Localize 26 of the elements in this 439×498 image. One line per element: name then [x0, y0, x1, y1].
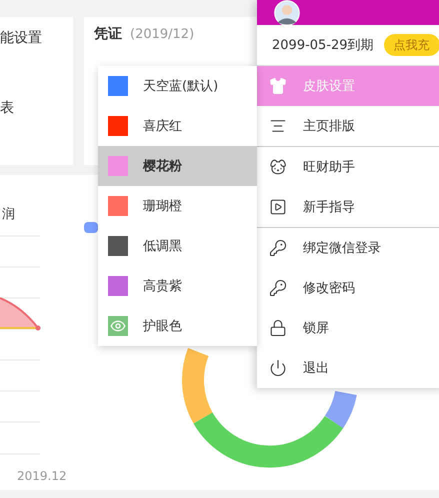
video-icon [269, 198, 287, 216]
key-icon [269, 239, 287, 257]
chart-title: 润 [2, 206, 16, 223]
menu-item[interactable]: 新手指导 [257, 187, 439, 228]
key-icon [269, 279, 287, 297]
lock-icon [269, 319, 287, 337]
skin-option[interactable]: 高贵紫 [98, 266, 257, 306]
skin-option[interactable]: 天空蓝(默认) [98, 66, 257, 106]
card-title: 凭证 [94, 25, 122, 43]
legend-marker [84, 222, 98, 233]
menu-text[interactable]: 能设置 [0, 29, 73, 47]
axis-label: 2019.12 [17, 469, 68, 483]
layout-icon [269, 117, 287, 135]
skin-option[interactable]: 低调黑 [98, 226, 257, 266]
skin-option[interactable]: 珊瑚橙 [98, 186, 257, 226]
menu-text[interactable]: 表 [0, 99, 73, 117]
shirt-icon [269, 77, 287, 95]
skin-option[interactable]: 樱花粉 [98, 146, 257, 186]
skin-option[interactable]: 护眼色 [98, 306, 257, 346]
power-icon [269, 359, 287, 377]
card-period: (2019/12) [130, 27, 194, 42]
menu-item[interactable]: 主页排版 [257, 106, 439, 147]
dog-icon [269, 158, 287, 176]
menu-item[interactable]: 退出 [257, 348, 439, 388]
skin-option[interactable]: 喜庆红 [98, 106, 257, 146]
expiry-date: 2099-05-29到期 [272, 37, 374, 54]
